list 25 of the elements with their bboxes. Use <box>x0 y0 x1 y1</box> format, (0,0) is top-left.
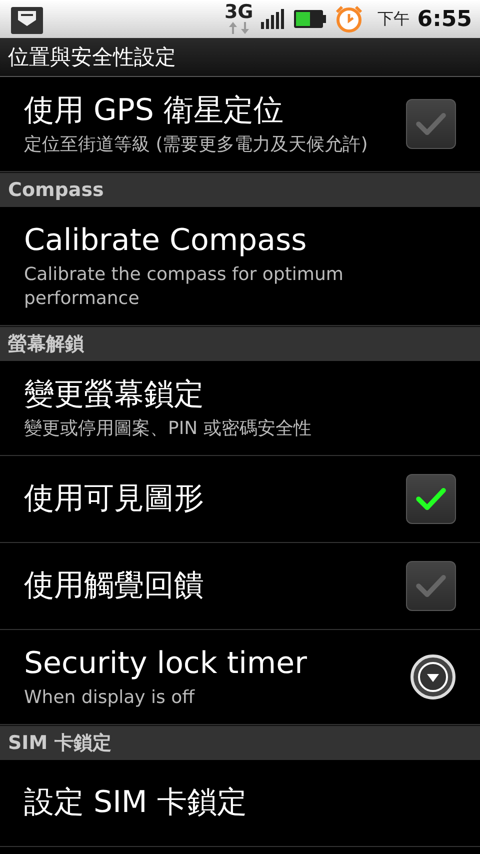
setting-title[interactable]: 使用可見圖形 <box>24 479 392 519</box>
section-header: SIM 卡鎖定 <box>0 725 480 760</box>
clock-time: 6:55 <box>417 6 472 32</box>
section-header: 螢幕解鎖 <box>0 326 480 361</box>
setting-summary: When display is off <box>24 686 196 710</box>
setting-summary: 變更或停用圖案、PIN 或密碼安全性 <box>24 417 312 441</box>
time-period: 下午 <box>377 8 410 30</box>
checkbox[interactable] <box>406 561 456 611</box>
network-type: 3G <box>224 3 254 21</box>
window-title: 位置與安全性設定 <box>7 44 177 71</box>
setting-title[interactable]: Calibrate Compass <box>24 221 456 261</box>
section-header: Compass <box>0 172 480 207</box>
setting-summary: 定位至街道等級 (需要更多電力及天候允許) <box>24 133 369 157</box>
setting-title[interactable]: 設定 SIM 卡鎖定 <box>24 783 456 823</box>
alarm-clock-icon <box>335 5 364 33</box>
checkbox[interactable] <box>406 474 456 524</box>
setting-summary: Calibrate the compass for optimum performance <box>24 263 344 311</box>
checkbox[interactable] <box>406 99 456 149</box>
setting-title[interactable]: Security lock timer <box>24 644 396 684</box>
setting-title[interactable]: 變更螢幕鎖定 <box>24 375 456 415</box>
signal-icon <box>261 9 286 29</box>
data-arrows-icon <box>228 21 250 35</box>
setting-title[interactable]: 使用 GPS 衛星定位 <box>24 91 392 131</box>
battery-icon <box>293 9 328 29</box>
setting-title[interactable]: 使用觸覺回饋 <box>24 566 392 606</box>
